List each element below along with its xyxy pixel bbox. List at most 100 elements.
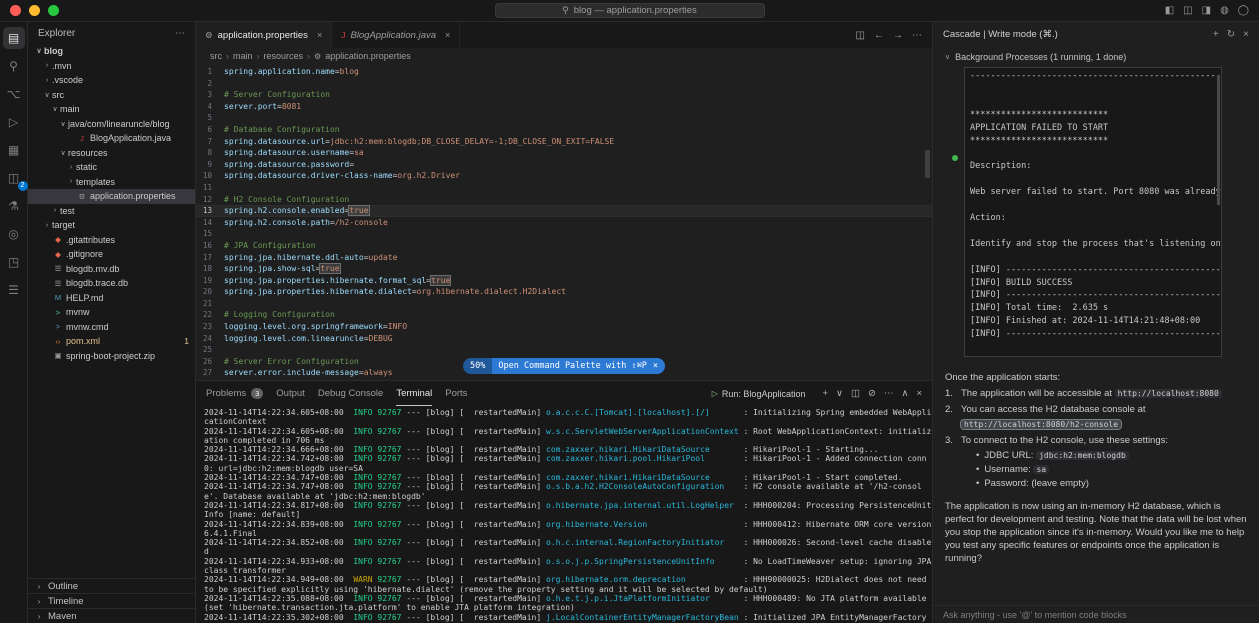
tree-item-pom.xml[interactable]: ‹›pom.xml1 xyxy=(28,334,195,349)
customize-layout-icon[interactable]: ◍ xyxy=(1220,5,1229,16)
code-line-5[interactable]: 5 xyxy=(196,112,932,124)
tab-application.properties[interactable]: ⚙application.properties× xyxy=(196,22,332,48)
code-line-18[interactable]: 18spring.jpa.show-sql=true xyxy=(196,263,932,275)
tree-item-spring-boot-project.zip[interactable]: ▣spring-boot-project.zip xyxy=(28,349,195,364)
tree-item-application.properties[interactable]: ⚙application.properties xyxy=(28,189,195,204)
tree-item-blogdb.trace.db[interactable]: ☰blogdb.trace.db xyxy=(28,276,195,291)
breadcrumb-item-resources[interactable]: resources xyxy=(264,51,304,61)
tree-folder-test[interactable]: ›test xyxy=(28,204,195,219)
tree-item-mvnw[interactable]: >mvnw xyxy=(28,305,195,320)
tree-item-.gitignore[interactable]: ◆.gitignore xyxy=(28,247,195,262)
code-line-11[interactable]: 11 xyxy=(196,182,932,194)
activitybar-source-control[interactable]: ⌥ xyxy=(3,83,25,105)
activitybar-search[interactable]: ⚲ xyxy=(3,55,25,77)
account-icon[interactable]: ◯ xyxy=(1238,5,1249,16)
toggle-secondary-sidebar-icon[interactable]: ◨ xyxy=(1202,5,1211,16)
maven-section[interactable]: › Maven xyxy=(28,608,195,623)
tree-folder-main[interactable]: ∨main xyxy=(28,102,195,117)
new-terminal-icon[interactable]: + xyxy=(822,388,828,399)
process-scrollbar[interactable] xyxy=(1217,75,1220,205)
tree-folder-resources[interactable]: ∨resources xyxy=(28,146,195,161)
activitybar-explorer[interactable]: ▤ xyxy=(3,27,25,49)
activitybar-docker[interactable]: ◳ xyxy=(3,251,25,273)
panel-tab-Terminal[interactable]: Terminal xyxy=(396,381,432,406)
toast-close-icon[interactable]: × xyxy=(653,361,665,371)
code-line-19[interactable]: 19spring.jpa.properties.hibernate.format… xyxy=(196,275,932,287)
close-tab-icon[interactable]: × xyxy=(445,30,450,40)
code-line-21[interactable]: 21 xyxy=(196,298,932,310)
panel-tab-Debug Console[interactable]: Debug Console xyxy=(318,381,384,406)
explorer-more-icon[interactable]: ⋯ xyxy=(175,28,185,39)
code-line-14[interactable]: 14spring.h2.console.path=/h2-console xyxy=(196,217,932,229)
tree-folder-templates[interactable]: ›templates xyxy=(28,175,195,190)
code-line-6[interactable]: 6# Database Configuration xyxy=(196,124,932,136)
code-line-25[interactable]: 25 xyxy=(196,344,932,356)
tree-folder-blog[interactable]: ∨blog xyxy=(28,44,195,59)
code-line-1[interactable]: 1spring.application.name=blog xyxy=(196,66,932,78)
activitybar-database[interactable]: ☰ xyxy=(3,279,25,301)
code-line-22[interactable]: 22# Logging Configuration xyxy=(196,309,932,321)
code-line-17[interactable]: 17spring.jpa.hibernate.ddl-auto=update xyxy=(196,252,932,264)
close-panel-icon[interactable]: × xyxy=(1243,29,1249,40)
tree-folder-src[interactable]: ∨src xyxy=(28,88,195,103)
close-panel-icon[interactable]: × xyxy=(916,388,922,399)
cascade-input[interactable]: Ask anything - use '@' to mention code b… xyxy=(933,605,1259,623)
more-actions-icon[interactable]: ⋯ xyxy=(884,388,894,399)
tree-item-blogdb.mv.db[interactable]: ☰blogdb.mv.db xyxy=(28,262,195,277)
terminal-output[interactable]: 2024-11-14T14:22:34.605+08:00 INFO 92767… xyxy=(196,406,932,623)
nav-back-icon[interactable]: ← xyxy=(874,30,884,41)
command-palette-toast[interactable]: 50% Open Command Palette with ⇧⌘P × xyxy=(463,358,665,374)
activitybar-bookmarks[interactable]: ◎ xyxy=(3,223,25,245)
tab-BlogApplication.java[interactable]: JBlogApplication.java× xyxy=(332,22,460,48)
panel-tab-Ports[interactable]: Ports xyxy=(445,381,467,406)
tree-item-BlogApplication.java[interactable]: JBlogApplication.java xyxy=(28,131,195,146)
activitybar-testing[interactable]: ⚗ xyxy=(3,195,25,217)
nav-forward-icon[interactable]: → xyxy=(893,30,903,41)
more-actions-icon[interactable]: ⋯ xyxy=(912,30,922,41)
code-line-23[interactable]: 23logging.level.org.springframework=INFO xyxy=(196,321,932,333)
outline-section[interactable]: › Outline xyxy=(28,578,195,593)
new-conversation-icon[interactable]: + xyxy=(1213,29,1219,40)
tree-item-mvnw.cmd[interactable]: >mvnw.cmd xyxy=(28,320,195,335)
tree-folder-target[interactable]: ›target xyxy=(28,218,195,233)
code-line-10[interactable]: 10spring.datasource.driver-class-name=or… xyxy=(196,170,932,182)
terminal-picker[interactable]: ▷ Run: BlogApplication xyxy=(712,389,806,399)
terminal-dropdown-icon[interactable]: ∨ xyxy=(836,388,843,399)
zoom-window-button[interactable] xyxy=(48,5,59,16)
tree-folder-.mvn[interactable]: ›.mvn xyxy=(28,59,195,74)
activitybar-chat[interactable]: ◫2 xyxy=(3,167,25,189)
tree-folder-.vscode[interactable]: ›.vscode xyxy=(28,73,195,88)
code-line-15[interactable]: 15 xyxy=(196,228,932,240)
background-processes-header[interactable]: ∨ Background Processes (1 running, 1 don… xyxy=(945,49,1247,65)
minimize-window-button[interactable] xyxy=(29,5,40,16)
code-line-7[interactable]: 7spring.datasource.url=jdbc:h2:mem:blogd… xyxy=(196,136,932,148)
panel-tab-Output[interactable]: Output xyxy=(276,381,305,406)
code-line-13[interactable]: 13spring.h2.console.enabled=true xyxy=(196,205,932,217)
code-line-24[interactable]: 24logging.level.com.linearuncle=DEBUG xyxy=(196,333,932,345)
activitybar-extensions[interactable]: ▦ xyxy=(3,139,25,161)
editor[interactable]: 1spring.application.name=blog23# Server … xyxy=(196,64,932,380)
tree-folder-java/com/linearuncle/blog[interactable]: ∨java/com/linearuncle/blog xyxy=(28,117,195,132)
close-window-button[interactable] xyxy=(10,5,21,16)
tree-item-.gitattributes[interactable]: ◆.gitattributes xyxy=(28,233,195,248)
toggle-primary-sidebar-icon[interactable]: ◧ xyxy=(1165,5,1174,16)
breadcrumb-item-src[interactable]: src xyxy=(210,51,222,61)
activitybar-run-and-debug[interactable]: ▷ xyxy=(3,111,25,133)
split-terminal-icon[interactable]: ◫ xyxy=(851,388,860,399)
history-icon[interactable]: ↻ xyxy=(1227,29,1235,40)
code-line-9[interactable]: 9spring.datasource.password= xyxy=(196,159,932,171)
editor-scrollbar[interactable] xyxy=(925,150,930,178)
toggle-panel-icon[interactable]: ◫ xyxy=(1183,5,1192,16)
code-line-4[interactable]: 4server.port=8081 xyxy=(196,101,932,113)
code-line-20[interactable]: 20spring.jpa.properties.hibernate.dialec… xyxy=(196,286,932,298)
code-line-8[interactable]: 8spring.datasource.username=sa xyxy=(196,147,932,159)
kill-terminal-icon[interactable]: ⊘ xyxy=(868,388,876,399)
process-output[interactable]: ----------------------------------------… xyxy=(964,67,1222,357)
code-line-2[interactable]: 2 xyxy=(196,78,932,90)
tree-item-HELP.md[interactable]: MHELP.md xyxy=(28,291,195,306)
code-line-16[interactable]: 16# JPA Configuration xyxy=(196,240,932,252)
timeline-section[interactable]: › Timeline xyxy=(28,593,195,608)
breadcrumb-item-main[interactable]: main xyxy=(233,51,253,61)
code-line-3[interactable]: 3# Server Configuration xyxy=(196,89,932,101)
panel-tab-Problems[interactable]: Problems3 xyxy=(206,381,263,406)
